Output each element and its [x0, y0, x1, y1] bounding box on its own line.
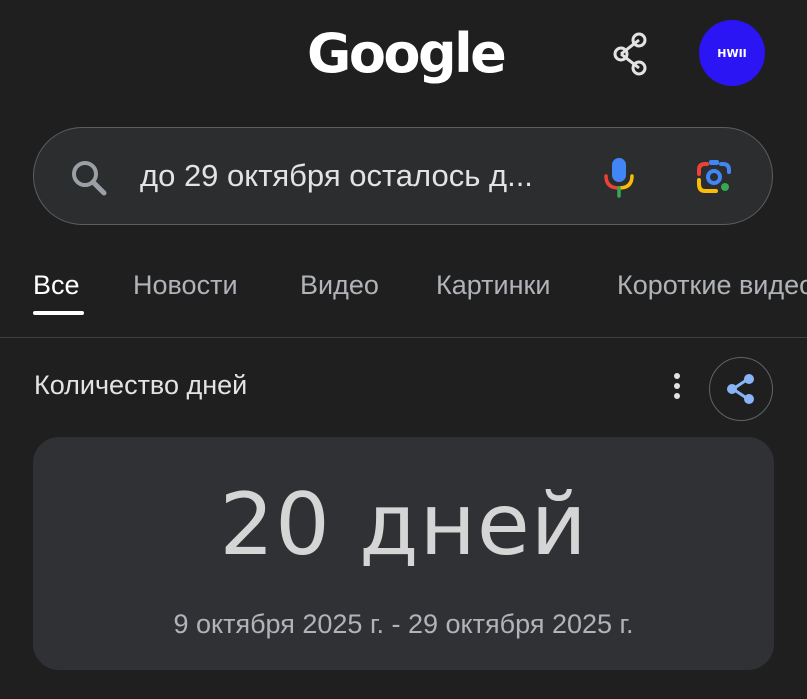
tab-images[interactable]: Картинки	[436, 270, 550, 301]
microphone-icon[interactable]	[600, 156, 638, 198]
avatar[interactable]: HWII	[699, 20, 765, 86]
search-tabs: Все Новости Видео Картинки Короткие виде…	[0, 262, 807, 338]
result-card: 20 дней 9 октября 2025 г. - 29 октября 2…	[33, 437, 774, 670]
google-lens-icon[interactable]	[694, 158, 734, 196]
avatar-label: HWII	[717, 46, 747, 60]
tab-short-videos[interactable]: Короткие видео	[617, 270, 807, 301]
search-input[interactable]: до 29 октября осталось д...	[140, 158, 533, 194]
tab-videos[interactable]: Видео	[300, 270, 379, 301]
section-title: Количество дней	[34, 370, 248, 400]
active-tab-indicator	[33, 311, 84, 315]
divider	[0, 337, 807, 338]
share-button[interactable]	[709, 357, 773, 421]
share-icon	[727, 374, 754, 404]
days-count: 20 дней	[219, 475, 588, 575]
tab-news[interactable]: Новости	[133, 270, 238, 301]
search-icon	[72, 161, 107, 196]
date-range: 9 октября 2025 г. - 29 октября 2025 г.	[173, 609, 634, 639]
google-logo[interactable]: Google	[307, 22, 507, 85]
more-vert-icon[interactable]	[667, 370, 687, 404]
search-bar[interactable]: до 29 октября осталось д...	[33, 127, 773, 225]
header: Google HWII	[0, 0, 807, 120]
share-icon[interactable]	[607, 30, 655, 78]
tab-all[interactable]: Все	[33, 270, 80, 301]
